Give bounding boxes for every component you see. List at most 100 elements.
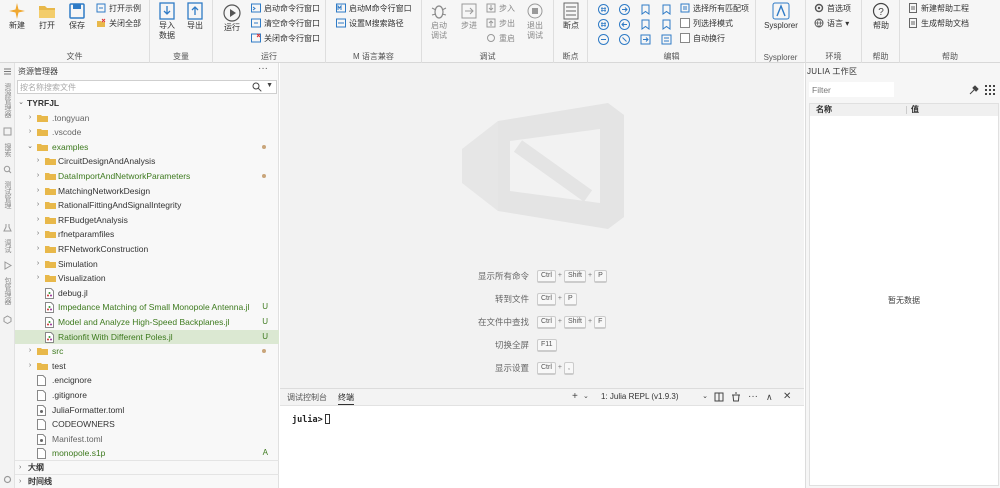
tree-folder[interactable]: › CircuitDesignAndAnalysis (15, 154, 279, 169)
tree-folder-vscode[interactable]: › .vscode (15, 125, 279, 140)
import-data-button[interactable]: 导入 数据 (154, 2, 180, 41)
step-in-button[interactable]: 步入 (486, 2, 515, 16)
repl-prompt[interactable]: julia> (292, 414, 330, 425)
hash-remove-icon[interactable] (598, 19, 609, 30)
goto-line-icon[interactable] (640, 34, 651, 45)
close-all-button[interactable]: 关闭全部 (96, 17, 141, 31)
step-out-button[interactable]: 步出 (486, 17, 515, 31)
step-over-button[interactable]: 步进 (456, 2, 482, 31)
maximize-panel-icon[interactable]: ∧ (766, 390, 773, 404)
bookmark-next-icon[interactable] (640, 19, 651, 30)
breakpoint-button[interactable]: 断点 (558, 2, 584, 31)
trash-icon[interactable] (731, 392, 741, 402)
sysplorer-button[interactable]: Sysplorer (760, 2, 802, 31)
add-terminal-icon[interactable]: + (572, 390, 578, 404)
restart-button[interactable]: 重启 (486, 32, 515, 46)
package-icon[interactable] (3, 315, 12, 324)
tree-file[interactable]: .encignore (15, 373, 279, 388)
comment-icon[interactable] (619, 34, 630, 45)
bookmark-clear-icon[interactable] (661, 19, 672, 30)
arrow-left-circle-icon[interactable] (619, 19, 630, 30)
tree-file[interactable]: debug.jl (15, 286, 279, 301)
column-select-checkbox[interactable]: 列选择模式 (680, 17, 733, 31)
activity-search[interactable]: 搜索 (1, 143, 14, 157)
close-panel-icon[interactable]: ✕ (783, 390, 791, 404)
arrow-right-circle-icon[interactable] (619, 4, 630, 15)
tree-folder-test[interactable]: › test (15, 359, 279, 374)
help-button[interactable]: ? 帮助 (868, 2, 894, 31)
tab-terminal[interactable]: 终端 (338, 392, 354, 405)
activity-debug[interactable]: 调试 (1, 239, 14, 253)
clear-filter-icon[interactable] (969, 85, 979, 95)
split-terminal-icon[interactable] (714, 392, 724, 402)
start-m-cmd-button[interactable]: 启动M命令行窗口 (336, 2, 412, 16)
tree-file[interactable]: Impedance Matching of Small Monopole Ant… (15, 300, 279, 315)
terminal-select[interactable]: 1: Julia REPL (v1.9.3) ⌄ (598, 391, 710, 403)
format-icon[interactable] (661, 34, 672, 45)
file-search-input[interactable] (18, 81, 248, 93)
tree-folder-examples[interactable]: ⌄ examples (15, 140, 279, 155)
debug-icon[interactable] (3, 261, 12, 270)
run-button[interactable]: 运行 (219, 4, 245, 33)
tree-folder[interactable]: › RFNetworkConstruction (15, 242, 279, 257)
bookmark-prev-icon[interactable] (661, 4, 672, 15)
tree-root[interactable]: ⌄ TYRFJL (15, 96, 279, 111)
activity-package-manager[interactable]: 包管理器 (1, 277, 14, 305)
tree-folder[interactable]: › Simulation (15, 257, 279, 272)
tree-folder[interactable]: › Visualization (15, 271, 279, 286)
set-m-path-button[interactable]: 设置M搜索路径 (336, 17, 404, 31)
beaker-icon[interactable] (3, 223, 12, 232)
chevron-down-icon[interactable]: ⌄ (583, 390, 589, 404)
tree-folder[interactable]: › RationalFittingAndSignalIntegrity (15, 198, 279, 213)
tab-debug-console[interactable]: 调试控制台 (287, 392, 327, 403)
settings-icon[interactable] (3, 475, 12, 484)
tree-file[interactable]: CODEOWNERS (15, 417, 279, 432)
clear-cmd-button[interactable]: 清空命令行窗口 (251, 17, 320, 31)
search-icon[interactable] (3, 165, 12, 174)
column-divider[interactable] (906, 106, 907, 114)
tree-folder[interactable]: › MatchingNetworkDesign (15, 184, 279, 199)
column-header-name[interactable]: 名称 (816, 104, 832, 116)
tree-file[interactable]: Model and Analyze High-Speed Backplanes.… (15, 315, 279, 330)
tree-folder[interactable]: › rfnetparamfiles (15, 227, 279, 242)
save-button[interactable]: 保存 (64, 2, 90, 31)
menu-icon[interactable] (3, 67, 12, 76)
tree-folder[interactable]: › RFBudgetAnalysis (15, 213, 279, 228)
bookmark-icon[interactable] (640, 4, 651, 15)
tree-folder-src[interactable]: › src (15, 344, 279, 359)
open-button[interactable]: 打开 (34, 2, 60, 31)
gen-help-doc-button[interactable]: 生成帮助文档 (908, 17, 969, 31)
tree-file[interactable]: Manifest.toml (15, 432, 279, 447)
workspace-filter-input[interactable] (809, 82, 894, 97)
timeline-section[interactable]: › 时间线 (15, 474, 279, 488)
files-icon[interactable] (3, 127, 12, 136)
column-header-value[interactable]: 值 (911, 104, 919, 116)
activity-test-manager[interactable]: 测试管理 (1, 181, 14, 209)
more-icon[interactable]: ··· (748, 390, 758, 404)
tree-file[interactable]: monopole.s1p A (15, 446, 279, 461)
export-button[interactable]: 导出 (182, 2, 208, 31)
start-debug-button[interactable]: 启动 调试 (426, 2, 452, 41)
tree-folder[interactable]: › DataImportAndNetworkParameters (15, 169, 279, 184)
grid-view-icon[interactable] (985, 85, 995, 95)
new-help-project-button[interactable]: 新建帮助工程 (908, 2, 969, 16)
hash-icon[interactable] (598, 4, 609, 15)
new-button[interactable]: 新建 (4, 2, 30, 31)
activity-explorer[interactable]: 资源管理器 (1, 83, 14, 118)
word-wrap-checkbox[interactable]: 自动换行 (680, 32, 725, 46)
indent-icon[interactable] (598, 34, 609, 45)
tree-file[interactable]: .gitignore (15, 388, 279, 403)
language-dropdown[interactable]: 语言 ▾ (814, 17, 849, 31)
column-select-box[interactable] (680, 18, 690, 28)
close-cmd-button[interactable]: 关闭命令行窗口 (251, 32, 320, 46)
tree-file[interactable]: JuliaFormatter.toml (15, 403, 279, 418)
tree-file-selected[interactable]: Rationfit With Different Poles.jl U (15, 329, 279, 345)
exit-debug-button[interactable]: 退出 调试 (522, 2, 548, 41)
outline-section[interactable]: › 大纲 (15, 460, 279, 474)
word-wrap-box[interactable] (680, 33, 690, 43)
start-cmd-button[interactable]: 启动命令行窗口 (251, 2, 320, 16)
search-icon[interactable] (252, 82, 262, 92)
select-all-match-button[interactable]: 选择所有匹配项 (680, 2, 749, 16)
open-example-button[interactable]: 打开示例 (96, 2, 141, 16)
more-actions-icon[interactable]: ··· (258, 63, 268, 74)
